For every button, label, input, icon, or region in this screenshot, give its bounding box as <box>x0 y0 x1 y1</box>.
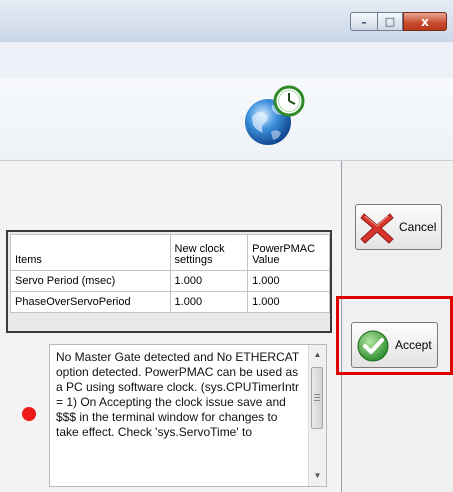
row-value: 1.000 <box>247 270 330 292</box>
row-item: Servo Period (msec) <box>10 270 171 292</box>
scroll-grip <box>314 397 320 398</box>
red-x-icon <box>360 213 394 244</box>
row-new-setting[interactable]: 1.000 <box>169 270 249 292</box>
scroll-thumb[interactable] <box>311 367 323 429</box>
table-row[interactable]: PhaseOverServoPeriod 1.000 1.000 <box>10 291 330 313</box>
minimize-icon: – <box>361 16 367 29</box>
row-new-setting[interactable]: 1.000 <box>169 291 249 313</box>
scroll-grip <box>314 400 320 401</box>
scroll-down-icon[interactable]: ▼ <box>309 468 326 484</box>
row-item: PhaseOverServoPeriod <box>10 291 171 313</box>
message-text: No Master Gate detected and No ETHERCAT … <box>56 350 299 439</box>
message-textbox[interactable]: No Master Gate detected and No ETHERCAT … <box>49 344 327 487</box>
table-header-row: Items New clock settings PowerPMAC Value <box>10 234 330 271</box>
message-scrollbar[interactable]: ▲ ▼ <box>308 345 326 486</box>
globe-clock-icon <box>245 85 305 145</box>
scroll-up-icon[interactable]: ▲ <box>309 347 326 363</box>
cancel-button[interactable]: Cancel <box>355 204 442 250</box>
header-new-clock-settings: New clock settings <box>169 234 249 271</box>
clock-grid: Items New clock settings PowerPMAC Value… <box>10 234 330 313</box>
table-row[interactable]: Servo Period (msec) 1.000 1.000 <box>10 270 330 292</box>
header-powerpmac-value: PowerPMAC Value <box>247 234 330 271</box>
close-icon: x <box>421 14 429 29</box>
maximize-icon: □ <box>384 15 396 28</box>
close-button[interactable]: x <box>403 12 447 31</box>
maximize-button[interactable]: □ <box>377 12 403 31</box>
cancel-label: Cancel <box>399 220 437 234</box>
minimize-button[interactable]: – <box>350 12 377 31</box>
window-titlebar: – □ x <box>0 0 453 43</box>
header-items: Items <box>10 234 171 271</box>
menu-bar <box>0 42 453 79</box>
scroll-grip <box>314 394 320 395</box>
row-value: 1.000 <box>247 291 330 313</box>
status-indicator-dot <box>22 407 36 421</box>
clock-settings-table: Items New clock settings PowerPMAC Value… <box>6 230 332 333</box>
header-banner <box>0 78 453 161</box>
accept-highlight-frame <box>336 296 453 375</box>
